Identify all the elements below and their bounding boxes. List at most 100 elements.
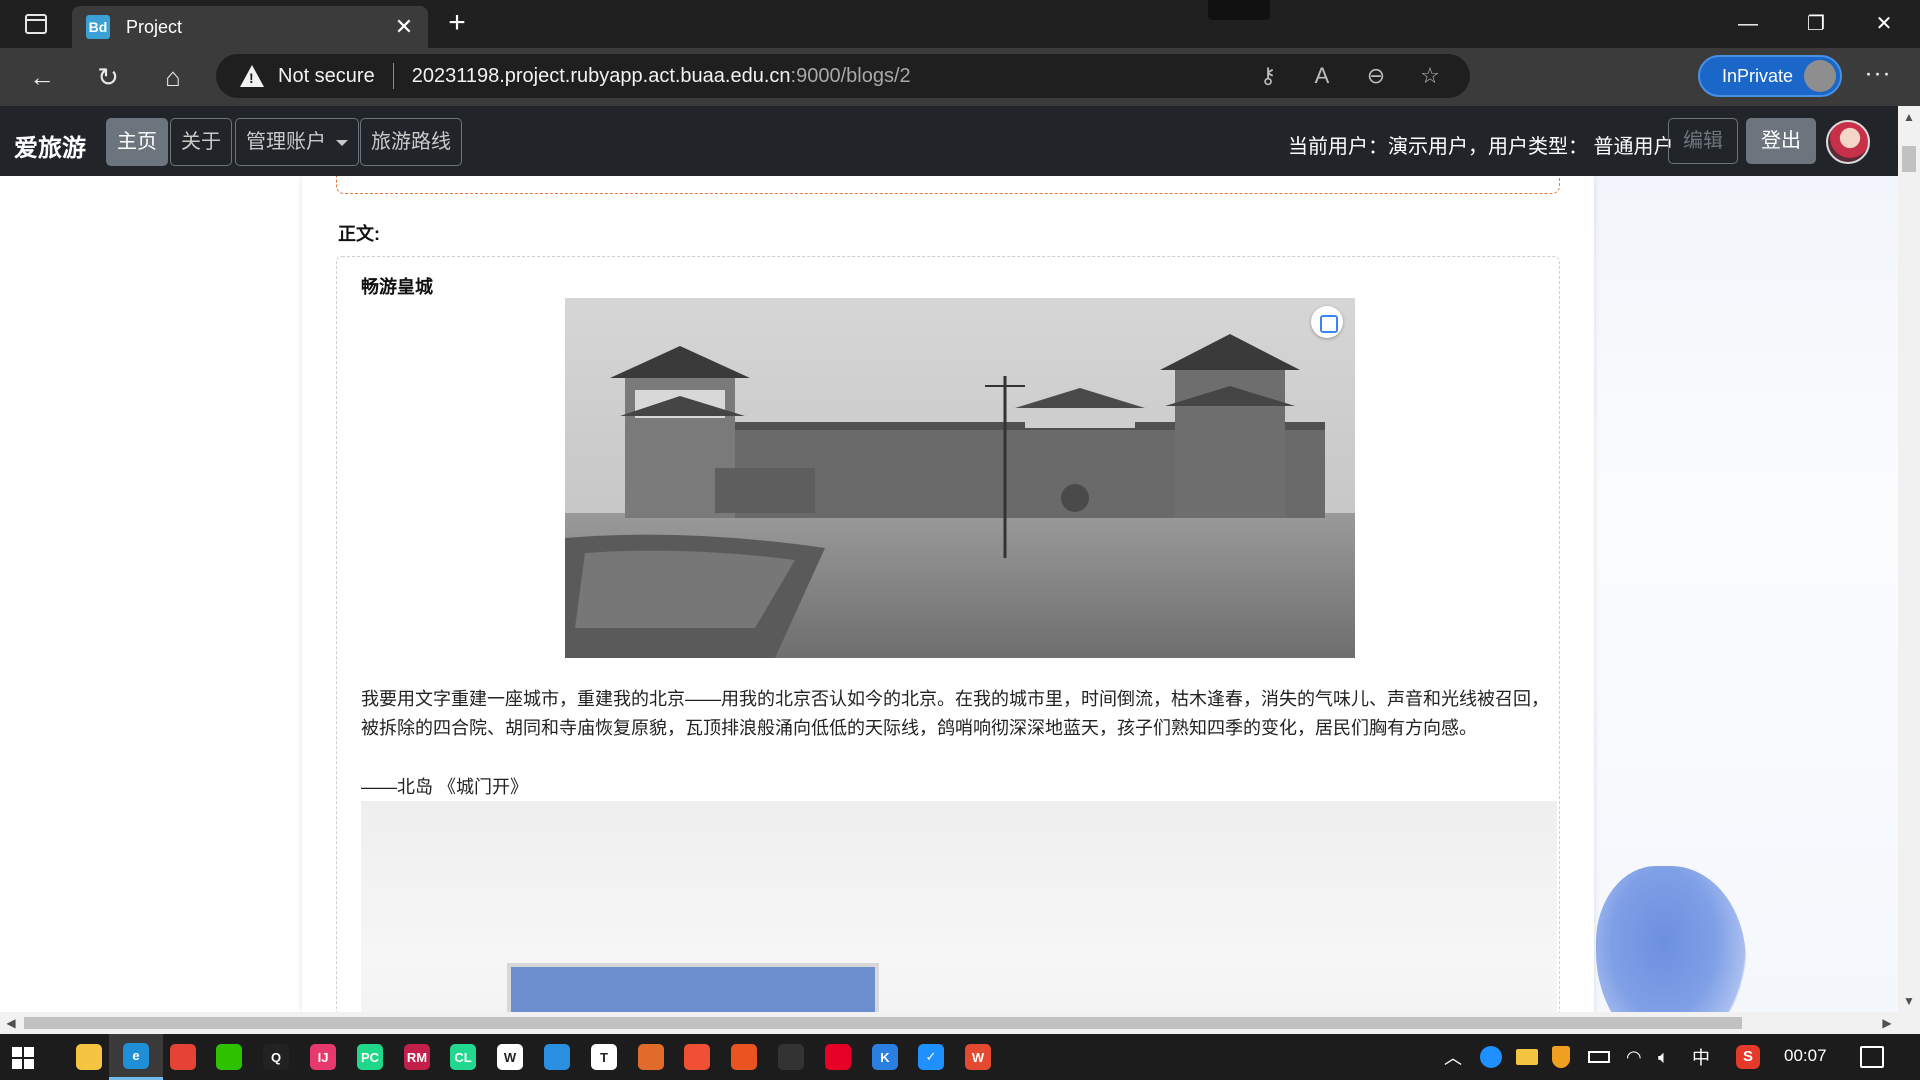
taskbar-netease-music-button[interactable]: [811, 1034, 865, 1080]
address-bar[interactable]: Not secure 20231198.project.rubyapp.act.…: [216, 54, 1470, 98]
key-icon[interactable]: ⚷: [1252, 62, 1284, 90]
inprivate-button[interactable]: InPrivate: [1698, 55, 1842, 97]
terminal-icon: [778, 1044, 804, 1070]
battery-icon[interactable]: [1588, 1034, 1610, 1080]
page-background: 正文: 畅游皇城 我要用文字重建一座城市，重建我的北京——用我的北京否认如今的北…: [0, 176, 1898, 1012]
ime-indicator[interactable]: 中: [1692, 1034, 1710, 1080]
pycharm-icon: PC: [357, 1044, 383, 1070]
horizontal-scrollbar[interactable]: ◀ ▶: [0, 1012, 1898, 1034]
nav-about[interactable]: 关于: [170, 118, 232, 166]
taskbar-edge-button[interactable]: e: [109, 1034, 163, 1080]
url-host: 20231198.project.rubyapp.act.buaa.edu.cn: [411, 64, 791, 87]
tray-overflow-icon[interactable]: ︿: [1444, 1034, 1462, 1080]
taskbar-ubuntu-button[interactable]: [717, 1034, 771, 1080]
tray-shield-icon[interactable]: [1552, 1034, 1570, 1080]
typora-icon: T: [591, 1044, 617, 1070]
rubymine-icon: RM: [404, 1044, 430, 1070]
more-menu-icon[interactable]: ···: [1860, 59, 1896, 95]
tab-actions-button[interactable]: [14, 8, 58, 40]
city-gate-illustration: [565, 298, 1355, 658]
post-content: 畅游皇城 我要用文字重建一座城市，重建我的北京——用我的北京否认如今的北京。在我…: [336, 256, 1560, 1012]
taskbar-qq-button[interactable]: Q: [249, 1034, 303, 1080]
logout-button[interactable]: 登出: [1746, 118, 1816, 164]
browser-tab-bar: Bd Project ✕ + — ❐ ✕: [0, 0, 1920, 48]
read-aloud-icon[interactable]: A: [1306, 62, 1338, 90]
taskbar-file-explorer-button[interactable]: [62, 1034, 116, 1080]
site-brand[interactable]: 爱旅游: [14, 128, 86, 163]
start-button[interactable]: [12, 1047, 34, 1069]
wifi-icon[interactable]: ◠: [1626, 1034, 1642, 1080]
restore-button[interactable]: ❐: [1788, 8, 1844, 40]
scroll-left-icon[interactable]: ◀: [0, 1012, 22, 1034]
summary-box: [336, 176, 1560, 194]
taskbar-vscode-button[interactable]: [530, 1034, 584, 1080]
nav-manage-account[interactable]: 管理账户: [235, 118, 359, 166]
scroll-up-icon[interactable]: ▲: [1898, 106, 1920, 128]
photo-frame: [507, 963, 879, 1012]
check-app-icon: ✓: [918, 1044, 944, 1070]
taskbar-intellij-button[interactable]: IJ: [296, 1034, 350, 1080]
nav-manage-account-label: 管理账户: [246, 131, 326, 153]
quote-text: 我要用文字重建一座城市，重建我的北京——用我的北京否认如今的北京。在我的城市里，…: [361, 689, 1549, 738]
volume-icon[interactable]: 🔈︎: [1658, 1034, 1669, 1080]
sogou-ime-icon[interactable]: S: [1736, 1034, 1760, 1080]
qq-icon: Q: [263, 1044, 289, 1070]
matlab-icon: [638, 1044, 664, 1070]
taskbar-check-app-button[interactable]: ✓: [904, 1034, 958, 1080]
visual-search-icon[interactable]: [1311, 306, 1343, 338]
dropdown-caret-icon: [336, 139, 348, 146]
scroll-right-icon[interactable]: ▶: [1876, 1012, 1898, 1034]
quote-author: ——北岛 《城门开》: [361, 777, 529, 797]
minimize-button[interactable]: —: [1720, 8, 1776, 40]
chrome-icon: [170, 1044, 196, 1070]
browser-tab[interactable]: Bd Project ✕: [72, 6, 428, 48]
blog-card: 正文: 畅游皇城 我要用文字重建一座城市，重建我的北京——用我的北京否认如今的北…: [302, 176, 1594, 1012]
wps-icon: W: [965, 1044, 991, 1070]
nav-travel-routes[interactable]: 旅游路线: [360, 118, 462, 166]
notification-icon[interactable]: [1860, 1046, 1884, 1068]
wechat-icon: [216, 1044, 242, 1070]
back-button[interactable]: ←: [22, 59, 62, 95]
post-title: 畅游皇城: [361, 277, 433, 297]
tray-folder-icon[interactable]: [1516, 1034, 1538, 1080]
profile-avatar: [1804, 60, 1836, 92]
ubuntu-icon: [731, 1044, 757, 1070]
zoom-out-icon[interactable]: ⊖: [1360, 62, 1392, 90]
taskbar: e Q IJ PC RM CL W T K ✓ W ︿ ◠ 🔈︎ 中 S 00:07: [0, 1034, 1920, 1080]
user-avatar[interactable]: [1826, 120, 1870, 164]
taskbar-pycharm-button[interactable]: PC: [343, 1034, 397, 1080]
taskbar-git-button[interactable]: [670, 1034, 724, 1080]
scroll-down-icon[interactable]: ▼: [1898, 990, 1920, 1012]
city-gate-photo: [565, 298, 1355, 658]
refresh-button[interactable]: ↻: [88, 59, 128, 95]
body-label: 正文:: [338, 224, 380, 244]
taskbar-typora-button[interactable]: T: [577, 1034, 631, 1080]
tab-title: Project: [126, 16, 183, 37]
browser-toolbar: ← ↻ ⌂ Not secure 20231198.project.rubyap…: [0, 48, 1920, 106]
current-user-info: 当前用户：演示用户，用户类型： 普通用户: [1288, 136, 1674, 158]
taskbar-wechat-button[interactable]: [202, 1034, 256, 1080]
favorite-add-icon[interactable]: ☆: [1414, 62, 1446, 90]
kugou-icon: K: [872, 1044, 898, 1070]
media-indicator: [1208, 0, 1270, 20]
security-status[interactable]: Not secure: [278, 65, 375, 88]
clion-icon: CL: [450, 1044, 476, 1070]
taskbar-word-button[interactable]: W: [483, 1034, 537, 1080]
new-tab-button[interactable]: +: [440, 8, 474, 40]
vertical-scrollbar[interactable]: ▲ ▼: [1898, 106, 1920, 1012]
taskbar-clion-button[interactable]: CL: [436, 1034, 490, 1080]
taskbar-wps-button[interactable]: W: [951, 1034, 1005, 1080]
home-button[interactable]: ⌂: [153, 59, 193, 95]
tab-close-icon[interactable]: ✕: [388, 14, 420, 40]
site-navbar: 爱旅游 主页 关于 管理账户 旅游路线 当前用户：演示用户，用户类型： 普通用户…: [0, 106, 1898, 176]
tray-app-icon[interactable]: [1480, 1034, 1502, 1080]
taskbar-terminal-button[interactable]: [764, 1034, 818, 1080]
site-favicon-icon: Bd: [86, 15, 110, 39]
nav-home[interactable]: 主页: [106, 118, 168, 166]
inprivate-label: InPrivate: [1722, 65, 1794, 86]
window-close-button[interactable]: ✕: [1856, 8, 1912, 40]
edit-button[interactable]: 编辑: [1668, 118, 1738, 164]
taskbar-clock[interactable]: 00:07: [1784, 1046, 1827, 1066]
horizontal-scroll-thumb[interactable]: [24, 1017, 1742, 1029]
vertical-scroll-thumb[interactable]: [1902, 146, 1916, 172]
